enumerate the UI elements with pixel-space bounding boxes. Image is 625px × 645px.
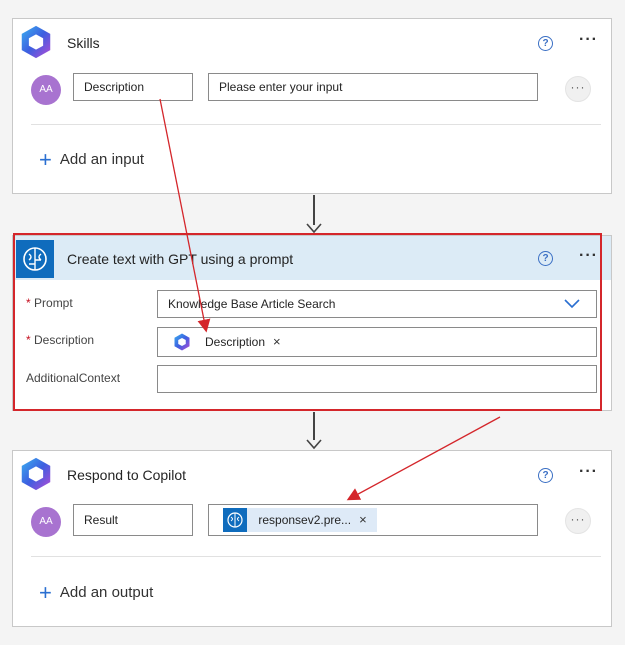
connector-arrowhead (306, 223, 322, 234)
divider (31, 124, 601, 125)
output-token-label: responsev2.pre... (258, 513, 352, 527)
copilot-logo-icon (21, 457, 51, 491)
ai-brain-icon (16, 240, 54, 278)
help-icon[interactable]: ? (538, 468, 553, 483)
gpt-header[interactable]: Create text with GPT using a prompt ? ··… (13, 236, 611, 280)
add-output-label: Add an output (59, 584, 154, 601)
copilot-logo-icon (174, 333, 190, 351)
input-placeholder-field[interactable]: Please enter your input (208, 73, 538, 101)
respond-title: Respond to Copilot (67, 467, 187, 483)
skills-title: Skills (67, 35, 100, 51)
chevron-down-icon (564, 299, 580, 309)
plus-icon: + (39, 147, 52, 172)
additional-context-field[interactable] (157, 365, 597, 393)
connector-arrowhead (306, 439, 322, 450)
add-input-label: Add an input (59, 151, 145, 168)
gpt-title: Create text with GPT using a prompt (67, 251, 294, 267)
help-icon[interactable]: ? (538, 251, 553, 266)
required-mark: * (26, 333, 31, 347)
flow-connector (313, 412, 315, 440)
remove-token-icon[interactable]: × (273, 334, 281, 349)
input-row-menu-button[interactable]: ··· (565, 76, 591, 102)
plus-icon: + (39, 580, 52, 605)
input-name-field[interactable]: Description (73, 73, 193, 101)
add-output-button[interactable]: + Add an output (39, 580, 153, 606)
respond-card: Respond to Copilot ? ··· AA Result respo… (12, 450, 612, 627)
description-label-text: Description (34, 333, 95, 347)
text-input-type-avatar: AA (31, 75, 61, 105)
description-label: * Description (26, 333, 94, 347)
skills-header[interactable]: Skills ? ··· (13, 19, 611, 67)
more-options-button[interactable]: ··· (579, 248, 598, 264)
copilot-logo-icon (21, 25, 51, 59)
flow-connector (313, 195, 315, 225)
ai-brain-icon (223, 508, 247, 532)
description-token[interactable]: Description × (205, 329, 281, 355)
output-value-field[interactable]: responsev2.pre... × (208, 504, 538, 536)
output-name-field[interactable]: Result (73, 504, 193, 536)
more-options-button[interactable]: ··· (579, 32, 598, 48)
add-input-button[interactable]: + Add an input (39, 147, 144, 173)
gpt-action-card: Create text with GPT using a prompt ? ··… (12, 235, 612, 411)
prompt-select[interactable]: Knowledge Base Article Search (157, 290, 597, 318)
output-token[interactable]: responsev2.pre... × (223, 508, 377, 532)
description-field[interactable]: Description × (157, 327, 597, 357)
help-icon[interactable]: ? (538, 36, 553, 51)
prompt-select-value: Knowledge Base Article Search (168, 297, 336, 311)
description-token-label: Description (205, 335, 266, 349)
respond-header[interactable]: Respond to Copilot ? ··· (13, 451, 611, 499)
more-options-button[interactable]: ··· (579, 464, 598, 480)
remove-token-icon[interactable]: × (359, 512, 367, 527)
divider (31, 556, 601, 557)
skills-card: Skills ? ··· AA Description Please enter… (12, 18, 612, 194)
prompt-label: * Prompt (26, 296, 73, 310)
required-mark: * (26, 296, 31, 310)
text-output-type-avatar: AA (31, 507, 61, 537)
additional-context-label: AdditionalContext (26, 371, 121, 385)
output-row-menu-button[interactable]: ··· (565, 508, 591, 534)
prompt-label-text: Prompt (34, 296, 73, 310)
